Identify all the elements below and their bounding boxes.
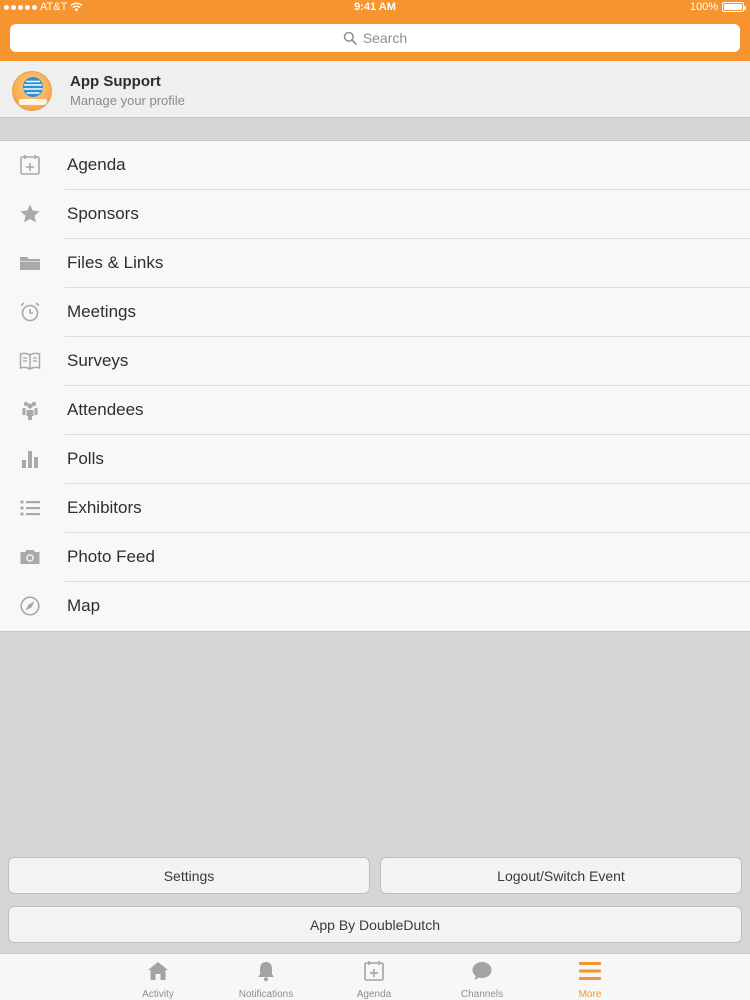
status-bar: AT&T 9:41 AM 100% <box>0 0 750 16</box>
menu-label: Attendees <box>67 400 144 419</box>
tab-label: More <box>578 989 602 1000</box>
battery-icon <box>722 2 746 12</box>
profile-row[interactable]: App Support Manage your profile <box>0 61 750 118</box>
calendar-add-icon <box>20 155 40 175</box>
status-time: 9:41 AM <box>354 1 396 13</box>
tab-label: Agenda <box>356 989 392 1000</box>
tab-label: Activity <box>142 989 174 1000</box>
search-icon <box>343 31 357 45</box>
tab-label: Notifications <box>238 989 294 1000</box>
search-input[interactable]: Search <box>10 24 740 52</box>
menu-item-sponsors[interactable]: Sponsors <box>0 190 750 239</box>
compass-icon <box>20 596 40 616</box>
status-right: 100% <box>689 1 746 13</box>
open-book-icon <box>19 352 41 370</box>
menu-item-photo-feed[interactable]: Photo Feed <box>0 533 750 582</box>
alarm-clock-icon <box>20 302 40 322</box>
star-icon <box>20 204 40 223</box>
list-icon <box>20 500 40 516</box>
menu-label: Surveys <box>67 351 129 370</box>
profile-subtitle: Manage your profile <box>70 93 185 108</box>
tab-agenda[interactable]: Agenda <box>324 954 424 1000</box>
menu-item-exhibitors[interactable]: Exhibitors <box>0 484 750 533</box>
tab-label: Channels <box>460 989 504 1000</box>
bell-icon <box>258 962 274 982</box>
people-icon <box>22 401 38 420</box>
more-menu-list: Agenda Sponsors Files & Links Meetings S… <box>0 140 750 632</box>
menu-item-map[interactable]: Map <box>0 582 750 631</box>
folder-icon <box>20 257 40 270</box>
menu-item-meetings[interactable]: Meetings <box>0 288 750 337</box>
menu-item-agenda[interactable]: Agenda <box>0 141 750 190</box>
menu-label: Polls <box>67 449 104 468</box>
menu-label: Meetings <box>67 302 136 321</box>
logout-switch-event-button[interactable]: Logout/Switch Event <box>380 857 742 894</box>
menu-label: Files & Links <box>67 253 164 272</box>
avatar <box>12 71 52 111</box>
tab-activity[interactable]: Activity <box>108 954 208 1000</box>
profile-name: App Support <box>70 73 161 90</box>
search-placeholder: Search <box>362 30 408 46</box>
app-by-doubledutch-button[interactable]: App By DoubleDutch <box>8 906 742 943</box>
bar-chart-icon <box>22 451 38 468</box>
chat-bubble-icon <box>472 962 492 980</box>
menu-item-surveys[interactable]: Surveys <box>0 337 750 386</box>
battery-percent: 100% <box>689 1 718 13</box>
menu-label: Photo Feed <box>67 547 155 566</box>
calendar-add-icon <box>364 961 384 981</box>
menu-label: Map <box>67 596 101 615</box>
tab-bar: Activity Notifications Agenda Channels M… <box>0 953 750 1000</box>
menu-label: Agenda <box>67 155 126 174</box>
settings-button[interactable]: Settings <box>8 857 370 894</box>
menu-item-files-links[interactable]: Files & Links <box>0 239 750 288</box>
menu-label: Exhibitors <box>67 498 142 517</box>
hamburger-menu-icon <box>579 962 601 980</box>
home-icon <box>148 962 168 980</box>
app-header: AT&T 9:41 AM 100% Search <box>0 0 750 61</box>
menu-label: Sponsors <box>67 204 139 223</box>
menu-item-polls[interactable]: Polls <box>0 435 750 484</box>
tab-channels[interactable]: Channels <box>432 954 532 1000</box>
tab-notifications[interactable]: Notifications <box>216 954 316 1000</box>
tab-more[interactable]: More <box>540 954 640 1000</box>
camera-icon <box>20 550 40 564</box>
globe-logo-icon <box>19 77 47 105</box>
menu-item-attendees[interactable]: Attendees <box>0 386 750 435</box>
